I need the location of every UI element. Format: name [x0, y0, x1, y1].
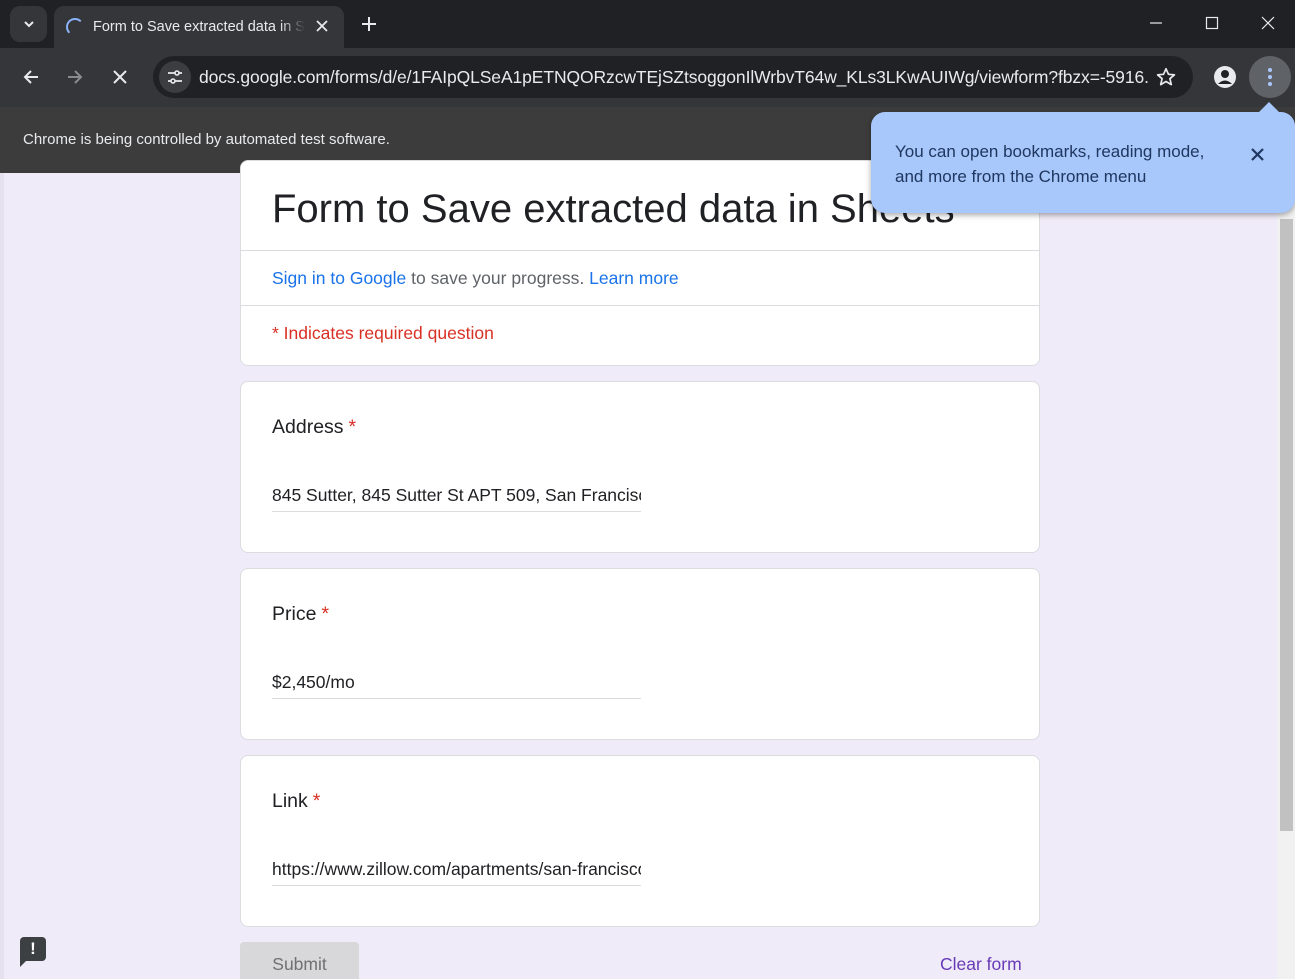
form-title: Form to Save extracted data in Sheets	[272, 187, 955, 231]
automation-notice: Chrome is being controlled by automated …	[23, 131, 390, 148]
learn-more-link[interactable]: Learn more	[589, 268, 679, 288]
back-button[interactable]	[13, 60, 49, 94]
site-info-icon	[168, 70, 182, 84]
browser-tab[interactable]: Form to Save extracted data in Sheets	[54, 6, 344, 48]
report-feedback-icon[interactable]: !	[20, 937, 46, 967]
site-info-button[interactable]	[159, 61, 191, 93]
tab-close-button[interactable]	[312, 16, 332, 36]
question-label-text: Link	[272, 790, 308, 812]
url-text: docs.google.com/forms/d/e/1FAIpQLSeA1pET…	[199, 67, 1149, 87]
question-label-text: Price	[272, 603, 317, 625]
forward-button[interactable]	[57, 60, 93, 94]
chevron-down-icon	[23, 21, 34, 28]
minimize-icon	[1150, 22, 1162, 24]
required-asterisk: *	[312, 790, 321, 812]
tab-title: Form to Save extracted data in Sheets	[93, 19, 305, 35]
address-bar[interactable]: docs.google.com/forms/d/e/1FAIpQLSeA1pET…	[153, 56, 1193, 98]
page-scrollbar[interactable]	[1277, 173, 1295, 979]
required-asterisk: *	[348, 416, 357, 438]
chrome-menu-promo-bubble: You can open bookmarks, reading mode, an…	[871, 102, 1295, 213]
question-card-link: Link * https://www.zillow.com/apartments/…	[240, 755, 1040, 927]
close-icon	[1250, 147, 1264, 161]
divider	[241, 250, 1039, 251]
clear-form-button[interactable]: Clear form	[940, 954, 1022, 975]
address-input[interactable]: 845 Sutter, 845 Sutter St APT 509, San F…	[272, 482, 641, 512]
tab-strip: Form to Save extracted data in Sheets	[0, 0, 1295, 48]
question-label: Link *	[272, 790, 320, 813]
submit-button[interactable]: Submit	[240, 942, 359, 979]
maximize-icon	[1205, 16, 1219, 30]
close-icon	[1261, 16, 1275, 30]
stop-icon	[113, 70, 127, 84]
promo-text: You can open bookmarks, reading mode, an…	[895, 142, 1205, 186]
kebab-menu-icon	[1268, 68, 1272, 86]
sign-in-link[interactable]: Sign in to Google	[272, 268, 406, 288]
required-asterisk: *	[321, 603, 330, 625]
forward-arrow-icon	[68, 70, 83, 84]
profile-icon	[1214, 66, 1236, 88]
maximize-button[interactable]	[1184, 0, 1240, 46]
new-tab-button[interactable]	[355, 10, 383, 38]
chrome-menu-button[interactable]	[1249, 56, 1291, 98]
tab-search-button[interactable]	[10, 6, 47, 42]
required-note: * Indicates required question	[272, 323, 494, 343]
signin-text: to save your progress.	[406, 268, 590, 288]
profile-button[interactable]	[1210, 62, 1240, 92]
stop-loading-button[interactable]	[102, 60, 138, 94]
star-icon	[1156, 67, 1176, 86]
scrollbar-thumb[interactable]	[1280, 219, 1293, 831]
question-label: Price *	[272, 603, 329, 626]
close-icon	[316, 20, 328, 32]
plus-icon	[362, 17, 376, 31]
price-input[interactable]: $2,450/mo	[272, 669, 641, 699]
browser-toolbar: docs.google.com/forms/d/e/1FAIpQLSeA1pET…	[0, 48, 1295, 107]
promo-close-button[interactable]	[1245, 142, 1269, 166]
minimize-button[interactable]	[1128, 0, 1184, 46]
question-label-text: Address	[272, 416, 344, 438]
back-arrow-icon	[23, 70, 38, 84]
window-close-button[interactable]	[1240, 0, 1295, 46]
link-input[interactable]: https://www.zillow.com/apartments/san-fr…	[272, 856, 641, 886]
divider	[241, 305, 1039, 306]
bookmark-button[interactable]	[1155, 66, 1177, 88]
question-label: Address *	[272, 416, 356, 439]
signin-line: Sign in to Google to save your progress.…	[272, 268, 679, 289]
question-card-address: Address * 845 Sutter, 845 Sutter St APT 5…	[240, 381, 1040, 553]
question-card-price: Price * $2,450/mo	[240, 568, 1040, 740]
page-left-edge	[0, 173, 4, 979]
loading-spinner-icon	[66, 18, 84, 36]
